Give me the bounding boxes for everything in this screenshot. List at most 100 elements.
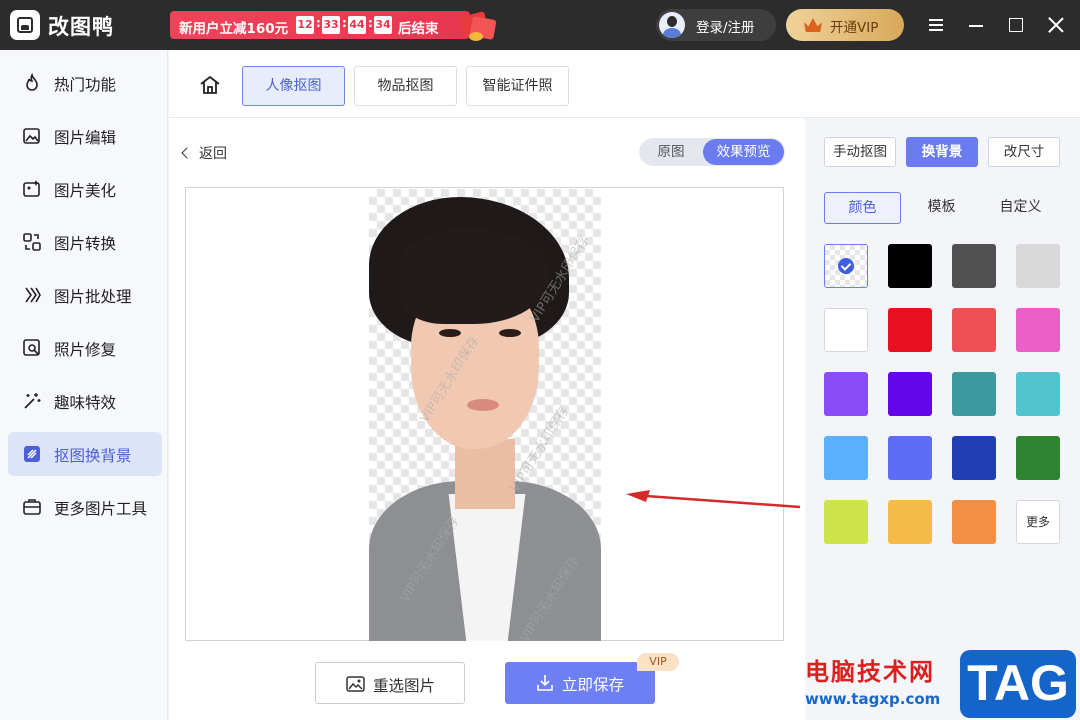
countdown-ms: 34 <box>374 16 392 34</box>
sidebar-item-photo-repair[interactable]: 照片修复 <box>8 326 162 370</box>
color-swatch-transparent[interactable] <box>824 244 868 288</box>
preview-canvas: VIP可无水印保存 VIP可无水印保存 VIP可无水印保存 VIP可无水印保存 … <box>185 187 784 641</box>
sidebar-item-convert[interactable]: 图片转换 <box>8 220 162 264</box>
view-toggle: 原图 效果预览 <box>639 138 785 166</box>
sidebar-item-label: 照片修复 <box>54 341 117 359</box>
color-swatch[interactable] <box>952 500 996 544</box>
tab-id-photo[interactable]: 智能证件照 <box>466 66 569 106</box>
color-swatch[interactable] <box>952 244 996 288</box>
cutout-icon <box>24 446 40 462</box>
sidebar: 热门功能 图片编辑 图片美化 图片转换 图片批处理 照片修复 趣味特效 抠图换背… <box>0 50 168 720</box>
reselect-image-button[interactable]: 重选图片 <box>315 662 465 704</box>
color-swatch[interactable] <box>824 500 868 544</box>
color-swatch[interactable] <box>888 244 932 288</box>
sidebar-item-image-edit[interactable]: 图片编辑 <box>8 114 162 158</box>
site-watermark: 电脑技术网 www.tagxp.com TAG <box>800 650 1080 720</box>
toggle-preview[interactable]: 效果预览 <box>703 139 784 165</box>
sidebar-item-batch[interactable]: 图片批处理 <box>8 273 162 317</box>
red-arrow-annotation <box>626 490 801 509</box>
save-button[interactable]: 立即保存 <box>505 662 655 704</box>
main-workspace: 返回 原图 效果预览 VIP可无水印保存 VIP可无水印保存 VIP可无水印保存… <box>169 118 805 720</box>
color-swatch[interactable] <box>888 500 932 544</box>
function-tab-bar: 人像抠图 物品抠图 智能证件照 <box>169 50 1080 118</box>
site-watermark-url: www.tagxp.com <box>805 690 941 708</box>
promo-text: 新用户立减160元 <box>179 21 289 37</box>
close-icon[interactable] <box>1044 13 1068 37</box>
vip-label: 开通VIP <box>830 20 879 36</box>
countdown-seconds: 44 <box>348 16 366 34</box>
color-swatch[interactable] <box>888 372 932 416</box>
sidebar-item-image-beauty[interactable]: 图片美化 <box>8 167 162 211</box>
menu-icon[interactable] <box>924 13 948 37</box>
login-button[interactable]: 登录/注册 <box>656 9 776 41</box>
sidebar-item-label: 图片编辑 <box>54 129 117 147</box>
tab-color[interactable]: 颜色 <box>824 192 901 224</box>
cutout-photo: VIP可无水印保存 VIP可无水印保存 VIP可无水印保存 VIP可无水印保存 … <box>369 189 601 641</box>
convert-icon <box>23 233 41 251</box>
promo-suffix: 后结束 <box>398 21 439 37</box>
color-swatch[interactable] <box>1016 372 1060 416</box>
site-watermark-name: 电脑技术网 <box>805 658 935 686</box>
batch-icon <box>25 287 41 303</box>
sidebar-item-label: 图片转换 <box>54 235 117 253</box>
photo-repair-icon <box>23 339 40 356</box>
maximize-icon[interactable] <box>1004 13 1028 37</box>
more-colors-button[interactable]: 更多 <box>1016 500 1060 544</box>
sidebar-item-label: 图片批处理 <box>54 288 132 306</box>
color-swatch[interactable] <box>824 372 868 416</box>
red-envelope-icon[interactable] <box>455 8 499 44</box>
right-panel: 手动抠图 换背景 改尺寸 颜色 模板 自定义 更多 <box>805 118 1080 720</box>
color-swatch[interactable] <box>1016 308 1060 352</box>
magic-wand-icon <box>24 393 41 409</box>
color-swatch[interactable] <box>952 308 996 352</box>
sidebar-item-label: 抠图换背景 <box>54 447 132 465</box>
tab-portrait-cutout[interactable]: 人像抠图 <box>242 66 345 106</box>
chevron-left-icon <box>181 147 193 159</box>
open-vip-button[interactable]: 开通VIP <box>786 9 904 41</box>
crown-icon <box>804 18 822 32</box>
tab-custom[interactable]: 自定义 <box>982 192 1059 224</box>
back-label: 返回 <box>199 146 227 162</box>
check-icon <box>838 258 854 274</box>
tab-object-cutout[interactable]: 物品抠图 <box>354 66 457 106</box>
reselect-label: 重选图片 <box>373 677 436 695</box>
color-swatch[interactable] <box>952 372 996 416</box>
color-swatch[interactable] <box>1016 244 1060 288</box>
app-logo-icon <box>10 10 40 40</box>
countdown-hours: 12 <box>296 16 314 34</box>
color-swatch[interactable] <box>824 308 868 352</box>
color-swatch[interactable] <box>824 436 868 480</box>
image-beauty-icon <box>23 180 40 197</box>
color-swatch[interactable] <box>1016 436 1060 480</box>
download-icon <box>537 675 553 691</box>
resize-button[interactable]: 改尺寸 <box>988 137 1060 167</box>
toggle-original[interactable]: 原图 <box>639 138 703 166</box>
home-icon[interactable] <box>199 74 221 96</box>
minimize-icon[interactable] <box>964 13 988 37</box>
change-background-button[interactable]: 换背景 <box>906 137 978 167</box>
sidebar-item-fun-effects[interactable]: 趣味特效 <box>8 379 162 423</box>
image-edit-icon <box>23 128 40 144</box>
back-button[interactable]: 返回 <box>181 143 227 163</box>
sidebar-item-more-tools[interactable]: 更多图片工具 <box>8 485 162 529</box>
tab-template[interactable]: 模板 <box>903 192 980 224</box>
flame-icon <box>26 73 38 91</box>
color-swatch[interactable] <box>888 308 932 352</box>
title-bar: 改图鸭 新用户立减160元 12 : 33 : 44 : 34 后结束 登录/注… <box>0 0 1080 50</box>
sidebar-item-label: 更多图片工具 <box>54 500 148 518</box>
sidebar-item-label: 图片美化 <box>54 182 117 200</box>
site-watermark-tag: TAG <box>960 650 1076 718</box>
color-swatch[interactable] <box>952 436 996 480</box>
promo-banner[interactable]: 新用户立减160元 12 : 33 : 44 : 34 后结束 <box>170 11 470 39</box>
save-label: 立即保存 <box>562 676 625 694</box>
sidebar-item-cutout[interactable]: 抠图换背景 <box>8 432 162 476</box>
sidebar-item-label: 趣味特效 <box>54 394 117 412</box>
countdown-minutes: 33 <box>322 16 340 34</box>
sidebar-item-hot[interactable]: 热门功能 <box>8 61 162 105</box>
manual-cutout-button[interactable]: 手动抠图 <box>824 137 896 167</box>
avatar <box>659 12 685 38</box>
color-swatch[interactable] <box>888 436 932 480</box>
sidebar-item-label: 热门功能 <box>54 76 117 94</box>
image-icon <box>346 676 365 692</box>
app-name: 改图鸭 <box>48 15 114 39</box>
